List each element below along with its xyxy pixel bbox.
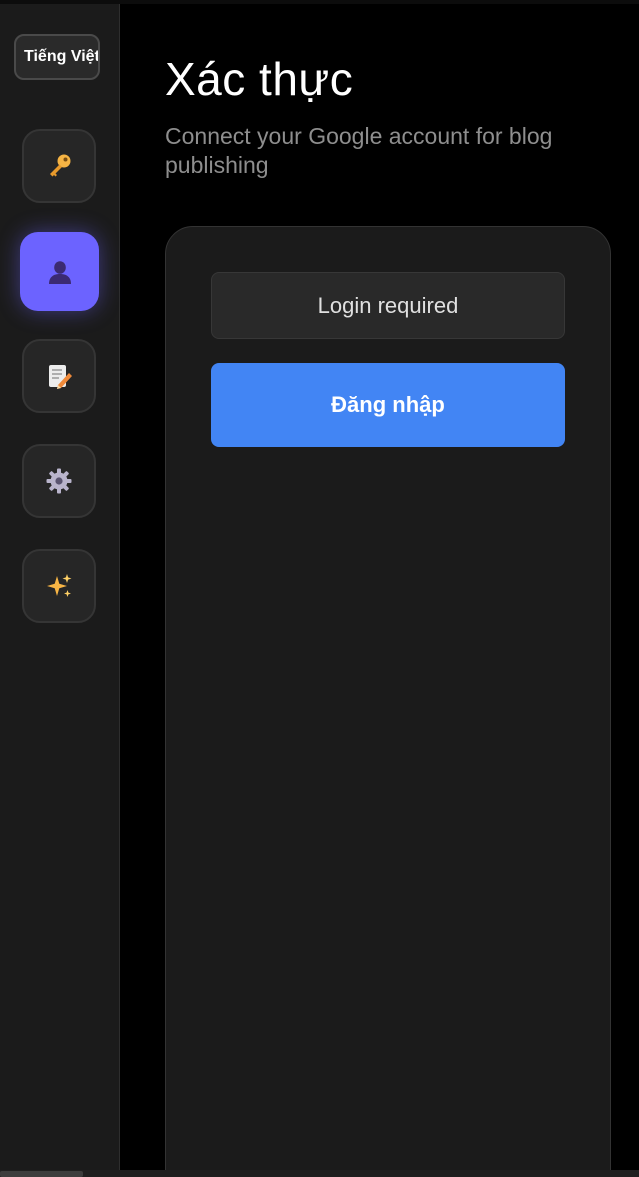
sidebar-item-posts[interactable] <box>22 339 96 413</box>
app-window: Tiếng Việt Xác thực Connect your Google … <box>0 0 639 1177</box>
main-content: Xác thực Connect your Google account for… <box>120 4 639 1177</box>
key-icon <box>44 151 74 181</box>
sparkles-icon <box>44 571 74 601</box>
sidebar-item-key[interactable] <box>22 129 96 203</box>
sidebar-item-account[interactable] <box>20 232 99 311</box>
login-status-box: Login required <box>211 272 565 339</box>
sidebar-item-ai[interactable] <box>22 549 96 623</box>
sidebar: Tiếng Việt <box>0 4 120 1170</box>
scrollbar-thumb[interactable] <box>0 1171 83 1177</box>
user-silhouette-icon <box>45 257 75 287</box>
login-button[interactable]: Đăng nhập <box>211 363 565 447</box>
memo-pencil-icon <box>44 361 74 391</box>
page-subtitle: Connect your Google account for blog pub… <box>165 123 553 178</box>
language-selector-button[interactable]: Tiếng Việt <box>14 34 100 80</box>
auth-card: Login required Đăng nhập <box>165 226 611 1177</box>
page-title: Xác thực <box>165 53 354 105</box>
sidebar-item-settings[interactable] <box>22 444 96 518</box>
gear-icon <box>44 466 74 496</box>
horizontal-scrollbar[interactable] <box>0 1170 639 1177</box>
